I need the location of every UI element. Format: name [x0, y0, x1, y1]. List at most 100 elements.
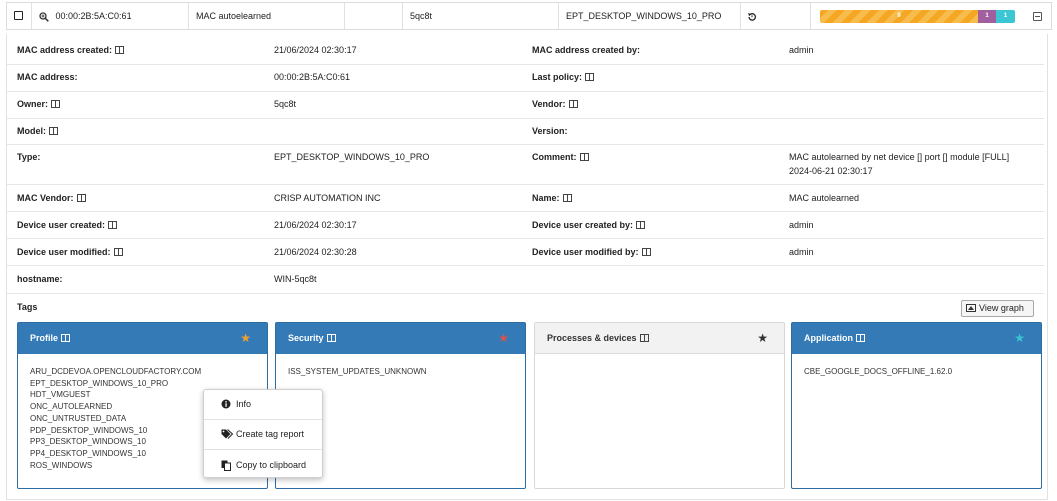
- menu-item-create-tag-report[interactable]: Create tag report: [204, 420, 322, 448]
- info-icon: [221, 399, 231, 409]
- detail-row: hostname: WIN-5qc8t: [6, 266, 1044, 294]
- tag-item[interactable]: CBE_GOOGLE_DOCS_OFFLINE_1.62.0: [804, 366, 1041, 378]
- star-icon[interactable]: ★: [757, 323, 768, 354]
- menu-item-info[interactable]: Info: [204, 390, 322, 418]
- detail-label: MAC address created by:: [532, 45, 641, 55]
- detail-value: 21/06/2024 02:30:17: [274, 45, 357, 55]
- view-graph-label: View graph: [979, 303, 1024, 313]
- book-icon[interactable]: [856, 334, 865, 342]
- book-icon[interactable]: [636, 221, 646, 229]
- row-name: MAC autoelearned: [196, 11, 272, 21]
- star-icon[interactable]: ★: [240, 323, 251, 354]
- book-icon[interactable]: [585, 73, 595, 81]
- menu-item-label: Create tag report: [236, 429, 305, 439]
- detail-label: Type:: [17, 152, 41, 162]
- tag-count-bar[interactable]: 9 1 1: [820, 10, 1015, 23]
- book-icon[interactable]: [49, 127, 58, 135]
- detail-label: hostname:: [17, 274, 63, 284]
- detail-label: Device user created:: [17, 220, 118, 230]
- device-row[interactable]: 00:00:2B:5A:C0:61 MAC autoelearned 5qc8t…: [6, 2, 1052, 30]
- tag-item[interactable]: ISS_SYSTEM_UPDATES_UNKNOWN: [288, 366, 525, 378]
- book-icon[interactable]: [51, 100, 61, 108]
- detail-label: Comment:: [532, 152, 589, 162]
- menu-divider: [204, 449, 322, 450]
- detail-label: Owner:: [17, 99, 61, 109]
- detail-row: MAC address: 00:00:2B:5A:C0:61 Last poli…: [6, 65, 1044, 92]
- history-icon[interactable]: [747, 12, 757, 22]
- detail-label: Name:: [532, 193, 572, 203]
- book-icon[interactable]: [113, 248, 123, 256]
- star-icon[interactable]: ★: [1014, 323, 1025, 354]
- bar-segment-orange: 9: [820, 10, 978, 23]
- book-icon[interactable]: [108, 221, 118, 229]
- detail-row: MAC address created: 21/06/2024 02:30:17…: [6, 38, 1044, 65]
- zoom-icon[interactable]: [39, 11, 49, 22]
- detail-value: CRISP AUTOMATION INC: [274, 193, 381, 203]
- row-select-cell: [7, 3, 32, 29]
- detail-label: Device user created by:: [532, 220, 646, 230]
- detail-value: WIN-5qc8t: [274, 274, 317, 284]
- tags-title: Tags: [17, 302, 38, 312]
- detail-label: MAC Vendor:: [17, 193, 86, 203]
- card-header: Profile ★: [18, 323, 267, 354]
- detail-value: 5qc8t: [274, 99, 297, 109]
- book-icon[interactable]: [76, 194, 86, 202]
- detail-label: Device user modified by:: [532, 247, 651, 257]
- book-icon[interactable]: [579, 153, 589, 161]
- view-graph-button[interactable]: View graph: [961, 300, 1034, 317]
- star-icon[interactable]: ★: [498, 323, 509, 354]
- detail-label: Vendor:: [532, 99, 578, 109]
- row-mac: 00:00:2B:5A:C0:61: [55, 11, 132, 21]
- copy-icon: [221, 460, 231, 471]
- bar-segment-purple: 1: [978, 10, 996, 23]
- menu-item-label: Info: [236, 399, 252, 409]
- menu-item-copy-to-clipboard[interactable]: Copy to clipboard: [204, 451, 322, 479]
- book-icon[interactable]: [61, 334, 71, 342]
- menu-item-label: Copy to clipboard: [236, 460, 307, 470]
- detail-value: admin: [789, 45, 814, 55]
- detail-label: Version:: [532, 126, 568, 136]
- image-icon: [966, 304, 976, 312]
- row-type: EPT_DESKTOP_WINDOWS_10_PRO: [566, 11, 722, 21]
- tag-item[interactable]: ARU_DCDEVOA.OPENCLOUDFACTORY.COM: [30, 366, 267, 378]
- detail-value: MAC autolearned: [789, 193, 860, 203]
- tag-list: CBE_GOOGLE_DOCS_OFFLINE_1.62.0: [792, 354, 1041, 378]
- detail-value: admin: [789, 220, 814, 230]
- detail-label: Device user modified:: [17, 247, 123, 257]
- detail-row: Model: Version:: [6, 119, 1044, 145]
- bar-segment-cyan: 1: [996, 10, 1015, 23]
- detail-label: MAC address:: [17, 72, 78, 82]
- detail-value: 21/06/2024 02:30:17: [274, 220, 357, 230]
- tag-list: ISS_SYSTEM_UPDATES_UNKNOWN: [276, 354, 525, 378]
- book-icon[interactable]: [639, 334, 649, 342]
- card-header: Processes & devices ★: [535, 323, 784, 354]
- detail-value: MAC autolearned by net device [] port []…: [789, 152, 1010, 162]
- refresh-cell: [741, 3, 811, 29]
- mac-cell: 00:00:2B:5A:C0:61: [32, 3, 189, 29]
- detail-row: Device user modified: 21/06/2024 02:30:2…: [6, 239, 1044, 266]
- book-icon[interactable]: [115, 46, 125, 54]
- card-title: Security: [288, 333, 324, 343]
- detail-value: EPT_DESKTOP_WINDOWS_10_PRO: [274, 152, 430, 162]
- collapse-icon[interactable]: [1033, 12, 1042, 21]
- detail-row: Owner: 5qc8t Vendor:: [6, 92, 1044, 119]
- book-icon[interactable]: [641, 248, 651, 256]
- tag-item[interactable]: EPT_DESKTOP_WINDOWS_10_PRO: [30, 378, 267, 390]
- book-icon[interactable]: [562, 194, 572, 202]
- card-title: Application: [804, 333, 853, 343]
- tag-card-processes-devices: Processes & devices ★: [534, 322, 785, 489]
- card-header: Security ★: [276, 323, 525, 354]
- card-title: Processes & devices: [547, 333, 637, 343]
- detail-label: Model:: [17, 126, 58, 136]
- detail-label: MAC address created:: [17, 45, 125, 55]
- tags-icon: [221, 429, 233, 439]
- detail-value: 00:00:2B:5A:C0:61: [274, 72, 351, 82]
- book-icon[interactable]: [568, 100, 578, 108]
- empty-cell: [345, 3, 403, 29]
- book-icon[interactable]: [326, 334, 336, 342]
- card-title: Profile: [30, 333, 59, 343]
- detail-label: Last policy:: [532, 72, 595, 82]
- detail-value: 21/06/2024 02:30:28: [274, 247, 357, 257]
- row-checkbox[interactable]: [14, 11, 23, 20]
- row-owner: 5qc8t: [410, 11, 433, 21]
